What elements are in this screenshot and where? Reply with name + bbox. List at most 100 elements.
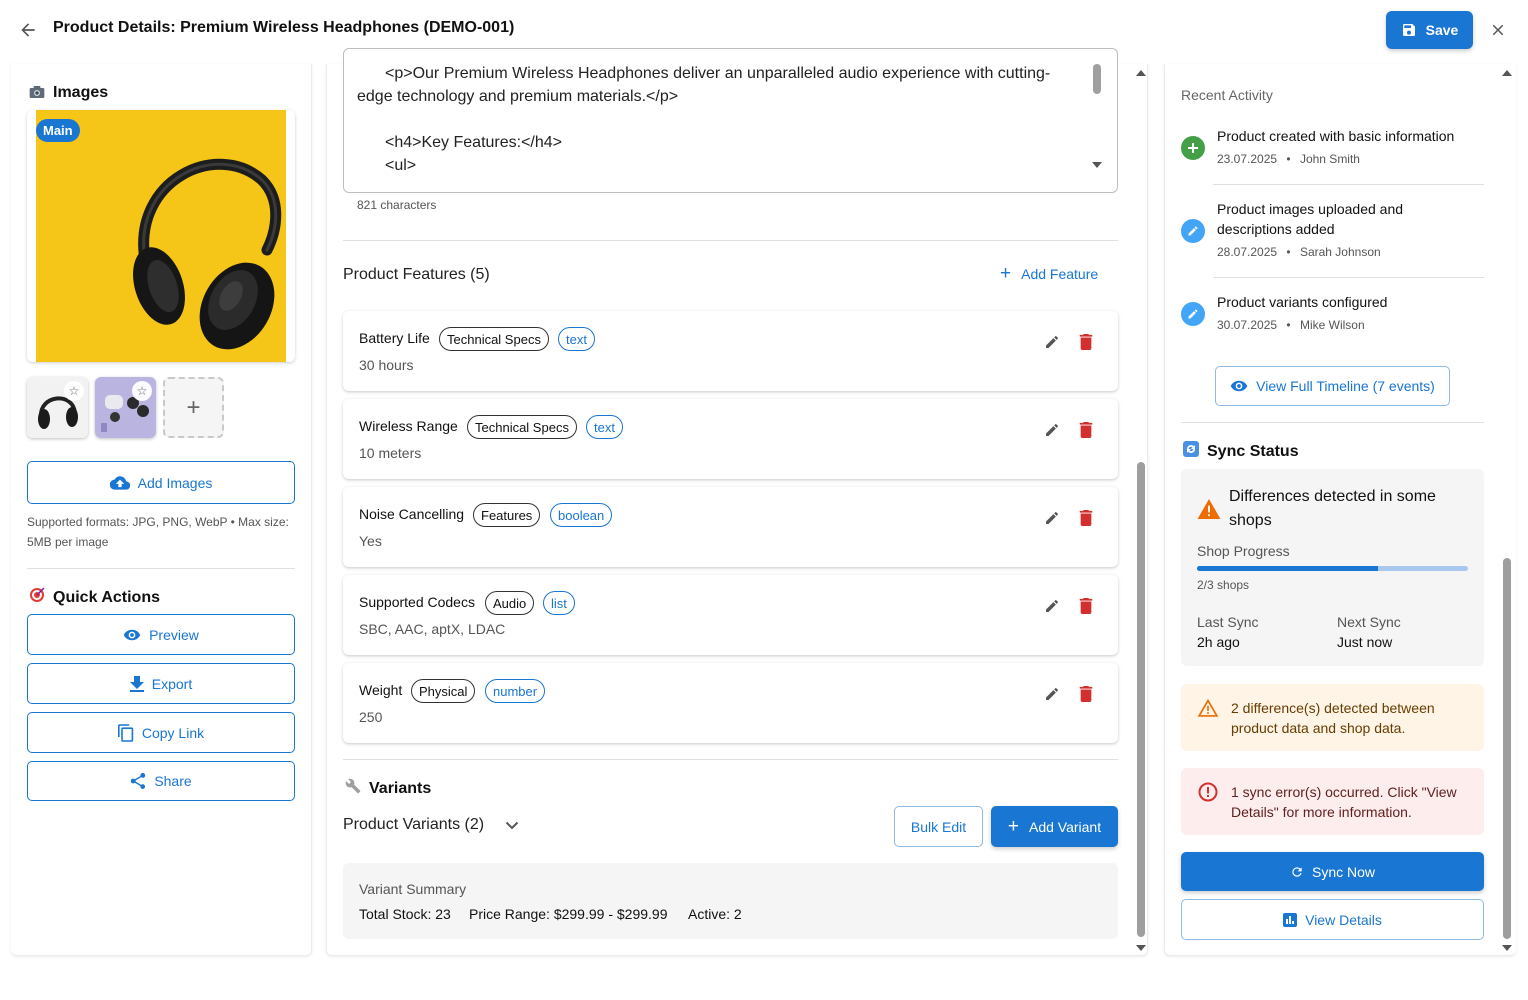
- delete-trash-icon[interactable]: [1074, 418, 1098, 442]
- close-icon[interactable]: [1484, 16, 1512, 44]
- feature-value: SBC, AAC, aptX, LDAC: [359, 621, 506, 637]
- shop-progress-text: 2/3 shops: [1197, 578, 1250, 592]
- activity-meta: 23.07.2025 • John Smith: [1217, 152, 1360, 166]
- thumbnail-image-2[interactable]: ☆: [95, 377, 156, 438]
- price-range: Price Range: $299.99 - $299.99: [469, 906, 668, 922]
- delete-trash-icon[interactable]: [1074, 594, 1098, 618]
- description-line: <ul>: [385, 157, 417, 174]
- last-sync-value: 2h ago: [1197, 634, 1240, 650]
- edit-pencil-icon[interactable]: [1040, 506, 1064, 530]
- eye-icon: [1230, 380, 1248, 392]
- view-timeline-button[interactable]: View Full Timeline (7 events): [1215, 366, 1450, 406]
- textarea-scrollbar[interactable]: [1090, 64, 1104, 180]
- delete-trash-icon[interactable]: [1074, 506, 1098, 530]
- feature-type-chip: list: [543, 591, 575, 615]
- bulk-edit-button[interactable]: Bulk Edit: [894, 806, 983, 847]
- delete-trash-icon[interactable]: [1074, 330, 1098, 354]
- page-title: Product Details: Premium Wireless Headph…: [53, 19, 515, 36]
- feature-value: 30 hours: [359, 357, 414, 373]
- description-line: <p>Our Premium Wireless Headphones deliv…: [385, 65, 1051, 82]
- scroll-down-arrow-icon[interactable]: [1502, 945, 1512, 955]
- refresh-icon: [1292, 866, 1302, 877]
- feature-type-chip: text: [558, 327, 595, 351]
- scroll-down-arrow-icon[interactable]: [1136, 945, 1146, 955]
- edit-pencil-icon[interactable]: [1040, 418, 1064, 442]
- share-button[interactable]: Share: [27, 761, 295, 801]
- wrench-icon: [345, 778, 361, 799]
- character-count: 821 characters: [357, 198, 437, 212]
- active-count: Active: 2: [688, 906, 742, 922]
- textarea-scroll-thumb[interactable]: [1093, 64, 1101, 94]
- divider: [27, 568, 295, 569]
- divider: [1181, 422, 1484, 423]
- feature-category-chip: Audio: [485, 591, 535, 615]
- add-feature-button[interactable]: + Add Feature: [1000, 263, 1098, 284]
- middle-scroll-thumb[interactable]: [1137, 462, 1145, 937]
- preview-button[interactable]: Preview: [27, 614, 295, 655]
- feature-card: Battery Life Technical Specs text 30 hou…: [343, 311, 1118, 391]
- feature-name: Battery Life: [359, 330, 430, 346]
- thumbnail-image-1[interactable]: ☆: [27, 377, 88, 438]
- star-icon[interactable]: ☆: [64, 381, 84, 401]
- activity-item: Product created with basic information 2…: [1181, 126, 1484, 176]
- scroll-up-arrow-icon[interactable]: [1136, 70, 1146, 80]
- feature-name: Supported Codecs: [359, 594, 475, 610]
- activity-item: Product images uploaded and descriptions…: [1181, 199, 1484, 263]
- activity-meta: 28.07.2025 • Sarah Johnson: [1217, 245, 1381, 259]
- scroll-up-arrow-icon[interactable]: [1502, 70, 1512, 80]
- recent-activity-title: Recent Activity: [1181, 87, 1273, 103]
- feature-category-chip: Technical Specs: [467, 415, 577, 439]
- feature-category-chip: Technical Specs: [439, 327, 549, 351]
- feature-value: Yes: [359, 533, 382, 549]
- feature-type-chip: text: [586, 415, 623, 439]
- edit-pencil-icon[interactable]: [1040, 330, 1064, 354]
- warning-icon: [1197, 499, 1221, 524]
- export-button[interactable]: Export: [27, 663, 295, 704]
- add-variant-button[interactable]: + Add Variant: [991, 806, 1118, 847]
- download-icon: [129, 675, 144, 692]
- main-product-image[interactable]: [27, 110, 295, 362]
- right-scroll-thumb[interactable]: [1503, 558, 1511, 939]
- scroll-down-arrow-icon[interactable]: [1092, 162, 1102, 168]
- share-icon: [131, 773, 146, 789]
- difference-alert: 2 difference(s) detected between product…: [1181, 684, 1484, 751]
- save-button[interactable]: Save: [1386, 11, 1473, 49]
- copy-link-button[interactable]: Copy Link: [27, 712, 295, 753]
- description-textarea[interactable]: <p>Our Premium Wireless Headphones deliv…: [343, 48, 1118, 193]
- eye-icon: [123, 629, 141, 640]
- feature-card: Noise Cancelling Features boolean Yes: [343, 487, 1118, 567]
- feature-card: Weight Physical number 250: [343, 663, 1118, 743]
- sync-status-card: Differences detected in some shops Shop …: [1181, 469, 1484, 666]
- chevron-down-icon[interactable]: [502, 815, 522, 835]
- edit-pencil-icon[interactable]: [1040, 682, 1064, 706]
- star-icon[interactable]: ☆: [132, 381, 152, 401]
- last-sync-label: Last Sync: [1197, 614, 1259, 630]
- feature-name: Weight: [359, 682, 403, 698]
- sync-now-button[interactable]: Sync Now: [1181, 852, 1484, 891]
- delete-trash-icon[interactable]: [1074, 682, 1098, 706]
- feature-card: Supported Codecs Audio list SBC, AAC, ap…: [343, 575, 1118, 655]
- next-sync-label: Next Sync: [1337, 614, 1401, 630]
- cloud-upload-icon: [109, 475, 130, 490]
- feature-category-chip: Features: [473, 503, 541, 527]
- feature-name: Wireless Range: [359, 418, 458, 434]
- feature-card: Wireless Range Technical Specs text 10 m…: [343, 399, 1118, 479]
- save-label: Save: [1425, 22, 1459, 38]
- target-icon: [29, 587, 45, 608]
- divider: [343, 759, 1118, 760]
- add-images-button[interactable]: Add Images: [27, 461, 295, 504]
- activity-meta: 30.07.2025 • Mike Wilson: [1217, 318, 1365, 332]
- add-image-tile[interactable]: +: [163, 377, 224, 438]
- variant-summary-title: Variant Summary: [359, 881, 467, 897]
- variants-section-title: Variants: [345, 778, 431, 799]
- total-stock: Total Stock: 23: [359, 906, 451, 922]
- upload-hint: Supported formats: JPG, PNG, WebP • Max …: [27, 515, 289, 549]
- description-line: edge technology and premium materials.</…: [357, 88, 679, 105]
- view-details-button[interactable]: View Details: [1181, 899, 1484, 940]
- variants-subtitle: Product Variants (2): [343, 816, 485, 833]
- edit-pencil-icon[interactable]: [1040, 594, 1064, 618]
- features-title: Product Features (5): [343, 266, 490, 283]
- sync-status-title: Sync Status: [1183, 441, 1299, 462]
- plus-icon: +: [1000, 263, 1012, 284]
- back-arrow-icon[interactable]: [14, 16, 42, 44]
